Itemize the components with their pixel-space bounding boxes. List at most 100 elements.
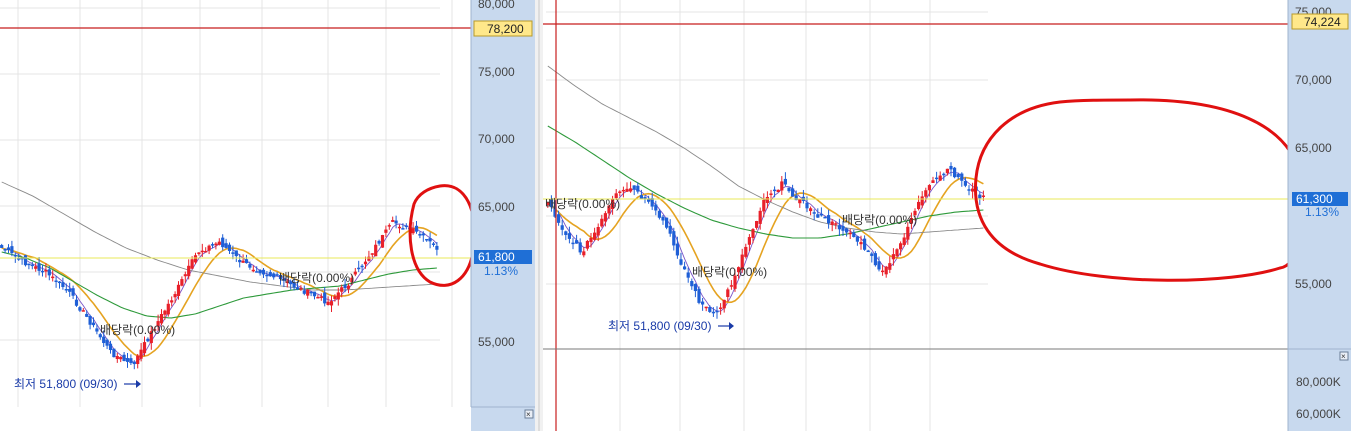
candle-body (34, 266, 38, 269)
candle-body (309, 291, 313, 294)
candle-body (346, 285, 351, 289)
candle-body (621, 189, 625, 192)
candle-body (261, 269, 266, 275)
right-chart-pane[interactable]: 배당락(0.00%) 배당락(0.00%) 배당락(0.00%) 최저 51,8… (543, 0, 1351, 431)
candle-body (791, 188, 795, 197)
candle-body (686, 272, 690, 278)
candle-body (693, 284, 697, 292)
candle-body (176, 284, 181, 296)
candle-body (119, 356, 123, 360)
candle-body (265, 274, 269, 277)
candle-body (899, 243, 903, 250)
candle-body (661, 216, 665, 221)
left-chart-pane[interactable]: 배당락(0.00%) 배당락(0.00%) 최저 51,800 (09/30) … (0, 0, 535, 431)
candle-body (112, 348, 116, 358)
candle-body (37, 263, 41, 271)
candle-body (363, 261, 368, 265)
candle-body (675, 243, 679, 256)
candle-body (377, 240, 381, 244)
right-y-tick: 70,000 (1295, 73, 1332, 87)
candle-body (40, 270, 45, 273)
candle-body (639, 195, 643, 199)
candle-body (816, 214, 820, 218)
candle-body (343, 284, 347, 289)
candle-body (805, 202, 809, 209)
candle-body (895, 249, 899, 257)
candle-body (657, 210, 661, 218)
candle-body (115, 356, 119, 360)
right-current-price-label: 61,300 (1296, 192, 1333, 206)
candle-body (170, 300, 174, 303)
candle-body (44, 270, 48, 272)
candle-body (884, 266, 888, 275)
candle-body (129, 358, 133, 364)
candle-body (830, 221, 834, 225)
candle-body (704, 306, 708, 309)
candle-body (668, 225, 672, 234)
chart-workspace: 배당락(0.00%) 배당락(0.00%) 최저 51,800 (09/30) … (0, 0, 1351, 431)
candle-body (726, 289, 730, 297)
candle-body (629, 188, 633, 192)
dual-chart-canvas: 배당락(0.00%) 배당락(0.00%) 최저 51,800 (09/30) … (0, 0, 1351, 431)
left-y-tick: 65,000 (478, 200, 515, 214)
candle-body (798, 199, 802, 204)
candle-body (54, 280, 58, 283)
candle-body (91, 322, 96, 326)
candle-body (88, 315, 92, 325)
candle-body (227, 244, 232, 252)
candle-body (248, 264, 252, 268)
candle-body (30, 264, 34, 267)
candle-body (51, 276, 55, 279)
right-dividend-tag-1: 배당락(0.00%) (545, 197, 620, 211)
candle-body (268, 272, 272, 277)
candle-body (701, 301, 705, 305)
candle-body (200, 250, 204, 253)
candle-body (902, 237, 906, 245)
candle-body (870, 253, 874, 256)
candle-body (68, 288, 72, 292)
candle-body (848, 232, 852, 235)
candle-body (967, 189, 971, 191)
left-current-price-label: 61,800 (478, 250, 515, 264)
candle-body (773, 189, 777, 192)
candle-body (255, 271, 259, 273)
candle-body (411, 228, 415, 234)
candle-body (190, 259, 194, 269)
candle-body (27, 263, 31, 266)
candle-body (859, 242, 863, 245)
candle-body (336, 292, 340, 300)
candle-body (353, 271, 357, 275)
candle-body (729, 285, 733, 287)
left-plot-background (0, 0, 471, 431)
candle-body (769, 193, 773, 195)
candle-body (690, 281, 694, 287)
candle-body (647, 199, 651, 202)
candle-body (244, 259, 249, 264)
candle-body (956, 174, 960, 178)
candle-body (819, 213, 823, 216)
left-y-tick: 80,000 (478, 0, 515, 11)
left-dividend-tag-2: 배당락(0.00%) (100, 323, 175, 337)
candle-body (672, 231, 676, 246)
candle-body (715, 310, 719, 313)
candle-body (23, 255, 28, 266)
left-high-price-label: 78,200 (487, 22, 524, 36)
candle-body (708, 307, 712, 312)
candle-body (108, 343, 113, 351)
candle-body (625, 188, 629, 192)
candle-body (931, 180, 935, 183)
candle-body (105, 339, 109, 346)
candle-body (214, 243, 218, 246)
candle-body (272, 273, 276, 278)
candle-body (404, 225, 408, 227)
candle-body (920, 196, 924, 206)
candle-body (755, 220, 759, 228)
candle-body (679, 259, 683, 265)
candle-body (719, 307, 723, 310)
candle-body (340, 287, 344, 292)
candle-body (564, 231, 568, 235)
candle-body (834, 223, 838, 225)
candle-body (762, 199, 766, 212)
candle-body (102, 336, 106, 344)
candle-body (938, 175, 942, 181)
